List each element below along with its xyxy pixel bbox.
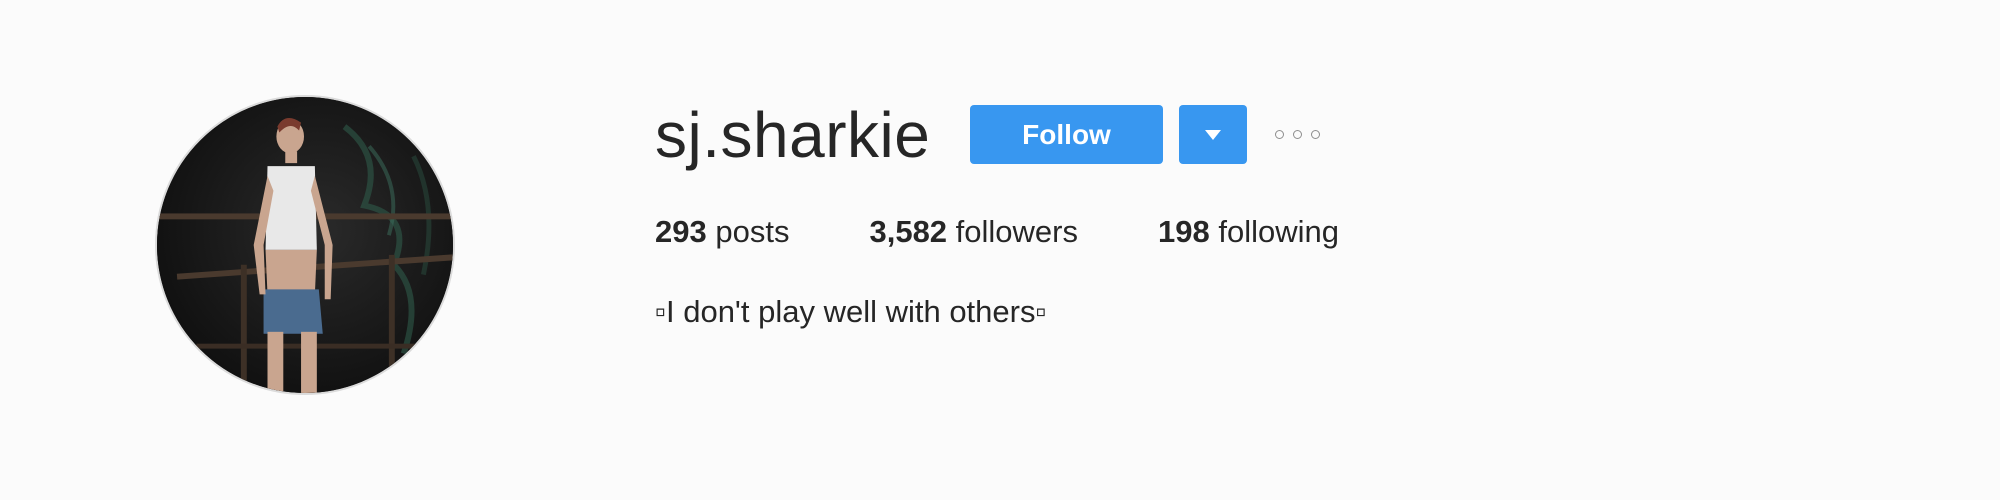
- dot: [1275, 129, 1284, 139]
- follow-button[interactable]: Follow: [970, 105, 1163, 164]
- dot: [1311, 129, 1320, 139]
- posts-count: 293 posts: [655, 208, 789, 256]
- profile-bio: ▫I don't play well with others▫: [655, 294, 1047, 329]
- following-link[interactable]: 198 following: [1158, 208, 1339, 256]
- profile-photo: [157, 97, 453, 393]
- username: sj.sharkie: [655, 99, 931, 171]
- avatar[interactable]: [155, 95, 455, 395]
- dot: [1293, 129, 1302, 139]
- following-number: 198: [1158, 214, 1210, 249]
- followers-number: 3,582: [869, 214, 948, 249]
- profile-header: sj.sharkie Follow 293 posts 3,582 follow…: [0, 0, 2000, 500]
- followers-label: followers: [955, 214, 1078, 249]
- suggestions-dropdown-button[interactable]: [1179, 105, 1247, 164]
- posts-number: 293: [655, 214, 707, 249]
- caret-down-icon: [1205, 129, 1221, 140]
- followers-link[interactable]: 3,582 followers: [869, 208, 1078, 256]
- more-options-icon[interactable]: [1275, 124, 1320, 144]
- profile-stats: 293 posts 3,582 followers 198 following: [655, 208, 1339, 256]
- posts-label: posts: [715, 214, 790, 249]
- following-label: following: [1218, 214, 1339, 249]
